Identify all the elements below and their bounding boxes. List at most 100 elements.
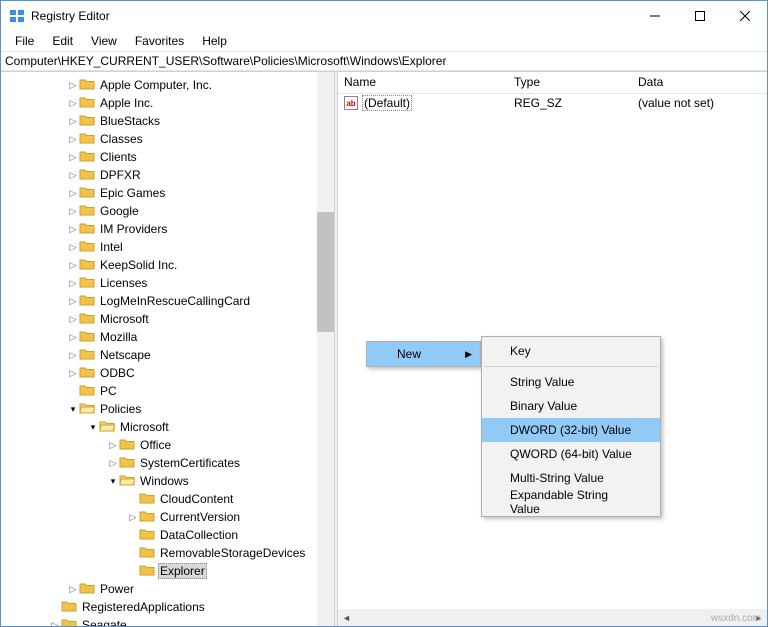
tree-item[interactable]: ▷ Power — [1, 580, 334, 598]
chevron-right-icon[interactable]: ▷ — [67, 278, 79, 289]
chevron-right-icon[interactable]: ▷ — [67, 134, 79, 145]
context-item[interactable]: Key — [482, 339, 660, 363]
tree-item-label: CurrentVersion — [158, 510, 242, 524]
context-item-new[interactable]: New ▶ — [367, 342, 480, 366]
address-bar[interactable]: Computer\HKEY_CURRENT_USER\Software\Poli… — [1, 51, 767, 71]
context-item[interactable]: Multi-String Value — [482, 466, 660, 490]
tree-item[interactable]: ▷Netscape — [1, 346, 334, 364]
tree-item[interactable]: ▷BlueStacks — [1, 112, 334, 130]
value-row-default[interactable]: ab (Default) REG_SZ (value not set) — [338, 94, 767, 112]
chevron-right-icon[interactable]: ▷ — [67, 152, 79, 163]
column-type[interactable]: Type — [508, 72, 632, 93]
scroll-left-icon[interactable]: ◄ — [338, 609, 355, 626]
tree-item[interactable]: ▷Epic Games — [1, 184, 334, 202]
tree-item-label: Seagate — [80, 618, 129, 626]
maximize-button[interactable] — [677, 1, 722, 31]
tree-item-label: Clients — [98, 150, 139, 164]
column-data[interactable]: Data — [632, 72, 767, 93]
chevron-down-icon[interactable]: ▾ — [87, 422, 99, 433]
tree-item-label: Power — [98, 582, 136, 596]
chevron-down-icon[interactable]: ▾ — [67, 404, 79, 415]
chevron-right-icon[interactable]: ▷ — [67, 80, 79, 91]
tree-item[interactable]: ▷IM Providers — [1, 220, 334, 238]
chevron-right-icon[interactable]: ▷ — [67, 368, 79, 379]
menu-favorites[interactable]: Favorites — [127, 32, 192, 50]
menu-file[interactable]: File — [7, 32, 42, 50]
folder-icon — [79, 401, 98, 418]
tree-item-label: SystemCertificates — [138, 456, 242, 470]
column-name[interactable]: Name — [338, 72, 508, 93]
chevron-right-icon[interactable]: ▷ — [49, 620, 61, 627]
chevron-right-icon[interactable]: ▷ — [67, 260, 79, 271]
tree-item[interactable]: ▷ CurrentVersion — [1, 508, 334, 526]
context-item[interactable]: DWORD (32-bit) Value — [482, 418, 660, 442]
tree-item[interactable]: ▷LogMeInRescueCallingCard — [1, 292, 334, 310]
chevron-right-icon[interactable]: ▷ — [67, 98, 79, 109]
chevron-right-icon[interactable]: ▷ — [67, 314, 79, 325]
minimize-button[interactable] — [632, 1, 677, 31]
tree-item[interactable]: ▷ Apple Inc. — [1, 94, 334, 112]
tree-item[interactable]: ▷Licenses — [1, 274, 334, 292]
chevron-down-icon[interactable]: ▾ — [107, 476, 119, 487]
tree-item-label: Apple Inc. — [98, 96, 155, 110]
folder-icon — [79, 311, 98, 328]
context-item[interactable]: Expandable String Value — [482, 490, 660, 514]
values-hscrollbar[interactable]: ◄ ► — [338, 609, 767, 626]
tree-item[interactable]: RegisteredApplications — [1, 598, 334, 616]
tree-item[interactable]: ▾Windows — [1, 472, 334, 490]
tree-item-label: Google — [98, 204, 141, 218]
chevron-right-icon[interactable]: ▷ — [67, 296, 79, 307]
context-item[interactable]: String Value — [482, 370, 660, 394]
tree-item[interactable]: CloudContent — [1, 490, 334, 508]
tree-item[interactable]: ▷ Google — [1, 202, 334, 220]
folder-icon — [61, 599, 80, 616]
chevron-right-icon[interactable]: ▷ — [67, 584, 79, 595]
chevron-right-icon[interactable]: ▷ — [67, 350, 79, 361]
tree-item[interactable]: ▷Apple Computer, Inc. — [1, 76, 334, 94]
tree-item[interactable]: RemovableStorageDevices — [1, 544, 334, 562]
tree-item[interactable]: ▷ ODBC — [1, 364, 334, 382]
tree-item-label: ODBC — [98, 366, 137, 380]
menu-help[interactable]: Help — [194, 32, 235, 50]
context-item[interactable]: Binary Value — [482, 394, 660, 418]
chevron-right-icon[interactable]: ▷ — [67, 206, 79, 217]
menu-edit[interactable]: Edit — [44, 32, 81, 50]
tree-item[interactable]: Explorer — [1, 562, 334, 580]
tree-item[interactable]: DataCollection — [1, 526, 334, 544]
menu-view[interactable]: View — [83, 32, 125, 50]
tree-item[interactable]: PC — [1, 382, 334, 400]
tree-pane[interactable]: ▷Apple Computer, Inc.▷Apple Inc.▷BlueSta… — [1, 72, 334, 626]
folder-icon — [79, 293, 98, 310]
chevron-right-icon[interactable]: ▷ — [67, 116, 79, 127]
chevron-right-icon[interactable]: ▷ — [67, 332, 79, 343]
submenu-arrow-icon: ▶ — [465, 349, 472, 360]
tree-item[interactable]: ▾Microsoft — [1, 418, 334, 436]
close-button[interactable] — [722, 1, 767, 31]
tree-item-label: KeepSolid Inc. — [98, 258, 179, 272]
tree-scrollbar-thumb[interactable] — [317, 212, 334, 332]
context-item-label: New — [397, 347, 421, 361]
folder-icon — [119, 473, 138, 490]
tree-item[interactable]: ▷ Seagate — [1, 616, 334, 626]
folder-icon — [139, 491, 158, 508]
tree-item[interactable]: ▷ Clients — [1, 148, 334, 166]
tree-item[interactable]: ▾Policies — [1, 400, 334, 418]
tree-item[interactable]: ▷ KeepSolid Inc. — [1, 256, 334, 274]
tree-item[interactable]: ▷Mozilla — [1, 328, 334, 346]
context-item[interactable]: QWORD (64-bit) Value — [482, 442, 660, 466]
tree-item[interactable]: ▷DPFXR — [1, 166, 334, 184]
chevron-right-icon[interactable]: ▷ — [107, 440, 119, 451]
tree-scrollbar-track[interactable] — [317, 72, 334, 626]
tree-item[interactable]: ▷Intel — [1, 238, 334, 256]
chevron-right-icon[interactable]: ▷ — [67, 188, 79, 199]
chevron-right-icon[interactable]: ▷ — [67, 224, 79, 235]
chevron-right-icon[interactable]: ▷ — [67, 242, 79, 253]
tree-item[interactable]: ▷Office — [1, 436, 334, 454]
chevron-right-icon[interactable]: ▷ — [127, 512, 139, 523]
tree-item[interactable]: ▷Microsoft — [1, 310, 334, 328]
folder-icon — [79, 347, 98, 364]
chevron-right-icon[interactable]: ▷ — [67, 170, 79, 181]
tree-item[interactable]: ▷Classes — [1, 130, 334, 148]
chevron-right-icon[interactable]: ▷ — [107, 458, 119, 469]
tree-item[interactable]: ▷ SystemCertificates — [1, 454, 334, 472]
